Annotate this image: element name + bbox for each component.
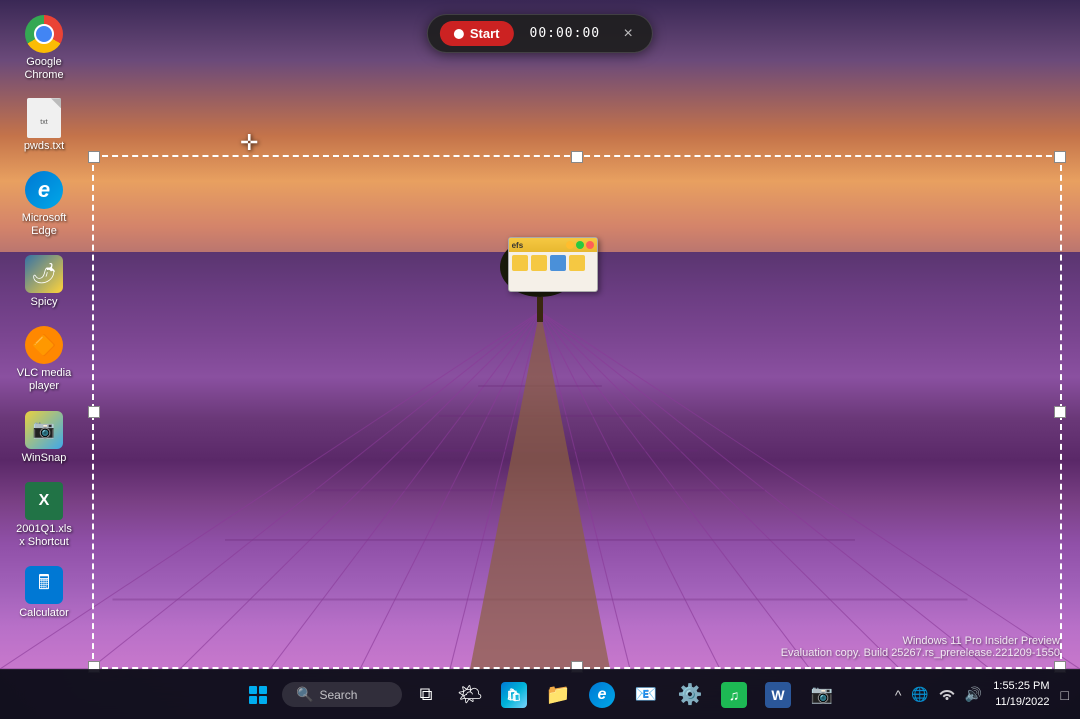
folder-close-btn[interactable] (586, 241, 594, 249)
ground-path (470, 309, 610, 669)
file-icon: txt (24, 98, 64, 138)
volume-icon[interactable]: 🔊 (962, 684, 985, 705)
desktop: efs Google Chrome txt (0, 0, 1080, 719)
desktop-icon-excel[interactable]: X 2001Q1.xlsx Shortcut (10, 477, 78, 553)
close-toolbar-button[interactable]: × (616, 22, 640, 46)
vlc-label: VLC media player (14, 367, 74, 393)
widgets-icon: 🌤 (457, 682, 482, 707)
folder-item[interactable] (531, 255, 547, 271)
recording-toolbar: Start 00:00:00 × (427, 14, 653, 53)
clock-date: 11/19/2022 (993, 695, 1049, 710)
taskbar: 🔍 Search ⧉ 🌤 🛍 📁 e (0, 669, 1080, 719)
vlc-icon: 🔶 (24, 325, 64, 365)
search-text: Search (319, 688, 357, 702)
desktop-icon-vlc[interactable]: 🔶 VLC media player (10, 321, 78, 397)
word-icon: W (765, 682, 791, 708)
desktop-icon-winsnap[interactable]: 📷 WinSnap (10, 406, 78, 469)
system-tray: ^ 🌐 🔊 1:55:25 PM 11/19/2022 □ (892, 679, 1080, 710)
calculator-label: Calculator (19, 607, 69, 620)
folder-titlebar: efs (509, 238, 597, 252)
windows-logo (249, 686, 267, 704)
close-icon: × (623, 25, 632, 43)
desktop-icon-pwds[interactable]: txt pwds.txt (10, 94, 78, 157)
chrome-icon (24, 14, 64, 54)
desktop-icon-calculator[interactable]: 🖩 Calculator (10, 561, 78, 624)
task-view-icon: ⧉ (420, 684, 433, 705)
camera-button[interactable]: 📷 (802, 675, 842, 715)
edge-label: Microsoft Edge (14, 212, 74, 238)
settings-icon: ⚙️ (678, 682, 703, 707)
settings-button[interactable]: ⚙️ (670, 675, 710, 715)
edge-taskbar-button[interactable]: e (582, 675, 622, 715)
winsnap-icon: 📷 (24, 410, 64, 450)
system-clock[interactable]: 1:55:25 PM 11/19/2022 (989, 679, 1053, 710)
widgets-button[interactable]: 🌤 (450, 675, 490, 715)
spicy-icon: 🌶 (24, 254, 64, 294)
tray-expand-button[interactable]: ^ (892, 685, 905, 705)
network-icon[interactable]: 🌐 (908, 684, 931, 705)
file-explorer-icon: 📁 (546, 682, 571, 707)
search-bar[interactable]: 🔍 Search (282, 682, 402, 707)
desktop-icon-spicy[interactable]: 🌶 Spicy (10, 250, 78, 313)
edge-taskbar-icon: e (589, 682, 615, 708)
excel-label: 2001Q1.xlsx Shortcut (14, 523, 74, 549)
desktop-icon-chrome[interactable]: Google Chrome (10, 10, 78, 86)
search-icon: 🔍 (296, 686, 313, 703)
spotify-icon: ♫ (721, 682, 747, 708)
camera-icon: 📷 (811, 684, 833, 705)
excel-icon: X (24, 481, 64, 521)
folder-window[interactable]: efs (508, 237, 598, 292)
word-button[interactable]: W (758, 675, 798, 715)
calculator-icon: 🖩 (24, 565, 64, 605)
chrome-label: Google Chrome (14, 56, 74, 82)
store-button[interactable]: 🛍 (494, 675, 534, 715)
spicy-label: Spicy (31, 296, 58, 309)
file-explorer-button[interactable]: 📁 (538, 675, 578, 715)
move-cursor: ✛ (240, 130, 258, 156)
recording-timer: 00:00:00 (522, 26, 609, 41)
pwds-label: pwds.txt (24, 140, 64, 153)
taskbar-center: 🔍 Search ⧉ 🌤 🛍 📁 e (238, 675, 842, 715)
start-record-button[interactable]: Start (440, 21, 514, 46)
folder-window-controls (566, 241, 594, 249)
spotify-button[interactable]: ♫ (714, 675, 754, 715)
desktop-icons: Google Chrome txt pwds.txt e Microsoft E… (10, 10, 78, 624)
watermark-line2: Evaluation copy. Build 25267.rs_prerelea… (781, 647, 1060, 659)
start-button[interactable] (238, 675, 278, 715)
start-label: Start (470, 26, 500, 41)
store-icon: 🛍 (501, 682, 527, 708)
folder-content (509, 252, 597, 274)
edge-icon: e (24, 170, 64, 210)
record-indicator (454, 29, 464, 39)
clock-time: 1:55:25 PM (993, 679, 1049, 694)
mail-button[interactable]: 📧 (626, 675, 666, 715)
folder-minimize-btn[interactable] (566, 241, 574, 249)
notification-button[interactable]: □ (1058, 685, 1072, 705)
tree-trunk (537, 297, 543, 322)
folder-item[interactable] (569, 255, 585, 271)
desktop-icon-edge[interactable]: e Microsoft Edge (10, 166, 78, 242)
wifi-icon[interactable] (936, 684, 958, 705)
watermark-line1: Windows 11 Pro Insider Preview (781, 635, 1060, 647)
mail-icon: 📧 (635, 684, 657, 705)
windows-watermark: Windows 11 Pro Insider Preview Evaluatio… (781, 635, 1060, 659)
folder-item[interactable] (550, 255, 566, 271)
folder-title: efs (512, 241, 524, 250)
folder-maximize-btn[interactable] (576, 241, 584, 249)
task-view-button[interactable]: ⧉ (406, 675, 446, 715)
winsnap-label: WinSnap (22, 452, 67, 465)
folder-item[interactable] (512, 255, 528, 271)
